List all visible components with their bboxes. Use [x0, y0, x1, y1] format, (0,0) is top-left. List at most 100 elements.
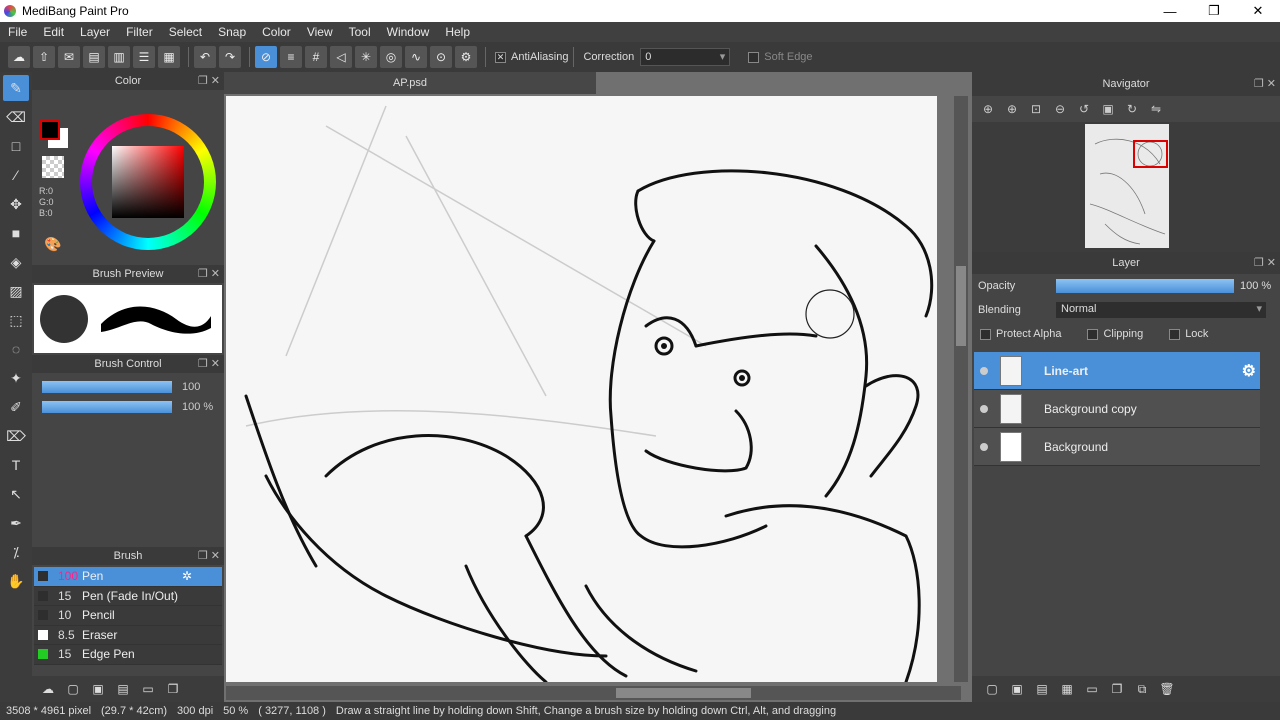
shape-tool-icon[interactable]: □ [3, 133, 29, 159]
transparent-color-swatch[interactable] [42, 156, 64, 178]
duplicate-layer-icon[interactable]: ❐ [1107, 680, 1127, 698]
layer-item-line-art[interactable]: Line-art ⚙ [974, 352, 1260, 390]
brush-type-icon[interactable]: ▣ [88, 680, 108, 698]
brush-opacity-slider[interactable] [42, 401, 172, 413]
layer-opacity-slider[interactable] [1056, 279, 1234, 293]
fill-rect-tool-icon[interactable]: ■ [3, 220, 29, 246]
brush-item-pen-fade[interactable]: 15 Pen (Fade In/Out) [34, 587, 222, 606]
protect-alpha-checkbox[interactable] [980, 328, 991, 340]
new-layer-icon[interactable]: ▢ [982, 680, 1002, 698]
hand-tool-icon[interactable]: ✋ [3, 568, 29, 594]
menu-view[interactable]: View [299, 25, 341, 39]
radial-snap-icon[interactable]: ✳ [355, 46, 377, 68]
new-folder-icon[interactable]: ▭ [1082, 680, 1102, 698]
bucket-tool-icon[interactable]: ◈ [3, 249, 29, 275]
soft-edge-toggle[interactable]: Soft Edge [748, 51, 813, 63]
list-icon[interactable]: ☰ [133, 46, 155, 68]
gradient-tool-icon[interactable]: ▨ [3, 278, 29, 304]
antialiasing-toggle[interactable]: ✕ AntiAliasing [495, 51, 568, 63]
navigator-view-rect[interactable] [1133, 140, 1168, 168]
comment-icon[interactable]: ✉ [58, 46, 80, 68]
select-pen-icon[interactable]: ✐ [3, 394, 29, 420]
menu-filter[interactable]: Filter [118, 25, 161, 39]
menu-edit[interactable]: Edit [35, 25, 72, 39]
soft-edge-checkbox[interactable] [748, 51, 760, 63]
brush-item-eraser[interactable]: 8.5 Eraser [34, 626, 222, 645]
undo-icon[interactable]: ↶ [194, 46, 216, 68]
select-eraser-icon[interactable]: ⌦ [3, 423, 29, 449]
menu-layer[interactable]: Layer [72, 25, 118, 39]
brush-item-edge-pen[interactable]: 15 Edge Pen [34, 645, 222, 665]
snap-off-icon[interactable]: ⊘ [255, 46, 277, 68]
brush-folder-icon[interactable]: ▭ [138, 680, 158, 698]
lock-toggle[interactable]: Lock [1169, 328, 1208, 340]
new-1bit-layer-icon[interactable]: ▦ [1057, 680, 1077, 698]
divide-tool-icon[interactable]: ✒ [3, 510, 29, 536]
operation-tool-icon[interactable]: ↖ [3, 481, 29, 507]
snap-settings-icon[interactable]: ⚙ [455, 46, 477, 68]
lasso-tool-icon[interactable]: ◌ [3, 336, 29, 362]
minimize-button[interactable]: — [1148, 0, 1192, 22]
redo-icon[interactable]: ↷ [219, 46, 241, 68]
page-icon[interactable]: ▥ [108, 46, 130, 68]
upload-icon[interactable]: ⇧ [33, 46, 55, 68]
eraser-tool-icon[interactable]: ⌫ [3, 104, 29, 130]
zoom-plus-icon[interactable]: ⊕ [1003, 100, 1021, 118]
menu-window[interactable]: Window [379, 25, 438, 39]
clipping-checkbox[interactable] [1087, 328, 1099, 340]
select-tool-icon[interactable]: ⬚ [3, 307, 29, 333]
flip-icon[interactable]: ⇋ [1147, 100, 1165, 118]
perspective-snap-icon[interactable]: ◁ [330, 46, 352, 68]
canvas-vertical-scrollbar[interactable] [954, 96, 968, 682]
saturation-value-square[interactable] [112, 146, 184, 218]
brush-item-pencil[interactable]: 10 Pencil [34, 606, 222, 626]
lock-checkbox[interactable] [1169, 328, 1181, 340]
new-brush-icon[interactable]: ▢ [63, 680, 83, 698]
brush-settings-icon[interactable]: ✲ [182, 569, 192, 583]
move-tool-icon[interactable]: ✥ [3, 191, 29, 217]
menu-file[interactable]: File [0, 25, 35, 39]
layer-visibility-icon[interactable] [980, 404, 988, 413]
layer-visibility-icon[interactable] [980, 442, 988, 451]
layer-settings-icon[interactable]: ⚙ [1242, 361, 1256, 381]
blending-select[interactable]: Normal [1056, 302, 1266, 318]
zoom-in-icon[interactable]: ⊕ [979, 100, 997, 118]
new-8bit-layer-icon[interactable]: ▤ [1032, 680, 1052, 698]
menu-tool[interactable]: Tool [341, 25, 379, 39]
magic-wand-icon[interactable]: ✦ [3, 365, 29, 391]
eyedropper-tool-icon[interactable]: ⁒ [3, 539, 29, 565]
panel-icon[interactable]: ▤ [83, 46, 105, 68]
canvas-horizontal-scrollbar[interactable] [226, 686, 961, 700]
merge-down-icon[interactable]: ⧉ [1132, 680, 1152, 698]
parallel-snap-icon[interactable]: ≡ [280, 46, 302, 68]
brush-size-slider[interactable] [42, 381, 172, 393]
layer-item-background[interactable]: Background [974, 428, 1260, 466]
duplicate-brush-icon[interactable]: ❐ [163, 680, 183, 698]
clipping-toggle[interactable]: Clipping [1087, 328, 1143, 340]
dot-tool-icon[interactable]: ⁄ [3, 162, 29, 188]
menu-snap[interactable]: Snap [210, 25, 254, 39]
delete-layer-icon[interactable]: 🗑 [1157, 680, 1177, 698]
menu-help[interactable]: Help [437, 25, 478, 39]
concentric-snap-icon[interactable]: ◎ [380, 46, 402, 68]
new-halftone-layer-icon[interactable]: ▣ [1007, 680, 1027, 698]
color-panel-controls[interactable]: ❐ ✕ [198, 72, 220, 90]
brush-properties-icon[interactable]: ▤ [113, 680, 133, 698]
text-tool-icon[interactable]: T [3, 452, 29, 478]
foreground-color-swatch[interactable] [40, 120, 60, 140]
cloud-icon[interactable]: ☁ [8, 46, 30, 68]
canvas-tab[interactable]: AP.psd [224, 72, 596, 94]
drawing-canvas[interactable] [226, 96, 937, 682]
correction-select[interactable]: 0 [640, 48, 731, 66]
menu-color[interactable]: Color [254, 25, 299, 39]
grid-icon[interactable]: ▦ [158, 46, 180, 68]
brush-item-pen[interactable]: 100 Pen ✲ [34, 567, 222, 587]
ruler-icon[interactable]: ⊙ [430, 46, 452, 68]
layer-item-background-copy[interactable]: Background copy [974, 390, 1260, 428]
fit-icon[interactable]: ⊡ [1027, 100, 1045, 118]
zoom-out-icon[interactable]: ⊖ [1051, 100, 1069, 118]
layer-visibility-icon[interactable] [980, 366, 988, 375]
grid-snap-icon[interactable]: # [305, 46, 327, 68]
close-button[interactable]: ✕ [1236, 0, 1280, 22]
actual-size-icon[interactable]: ▣ [1099, 100, 1117, 118]
